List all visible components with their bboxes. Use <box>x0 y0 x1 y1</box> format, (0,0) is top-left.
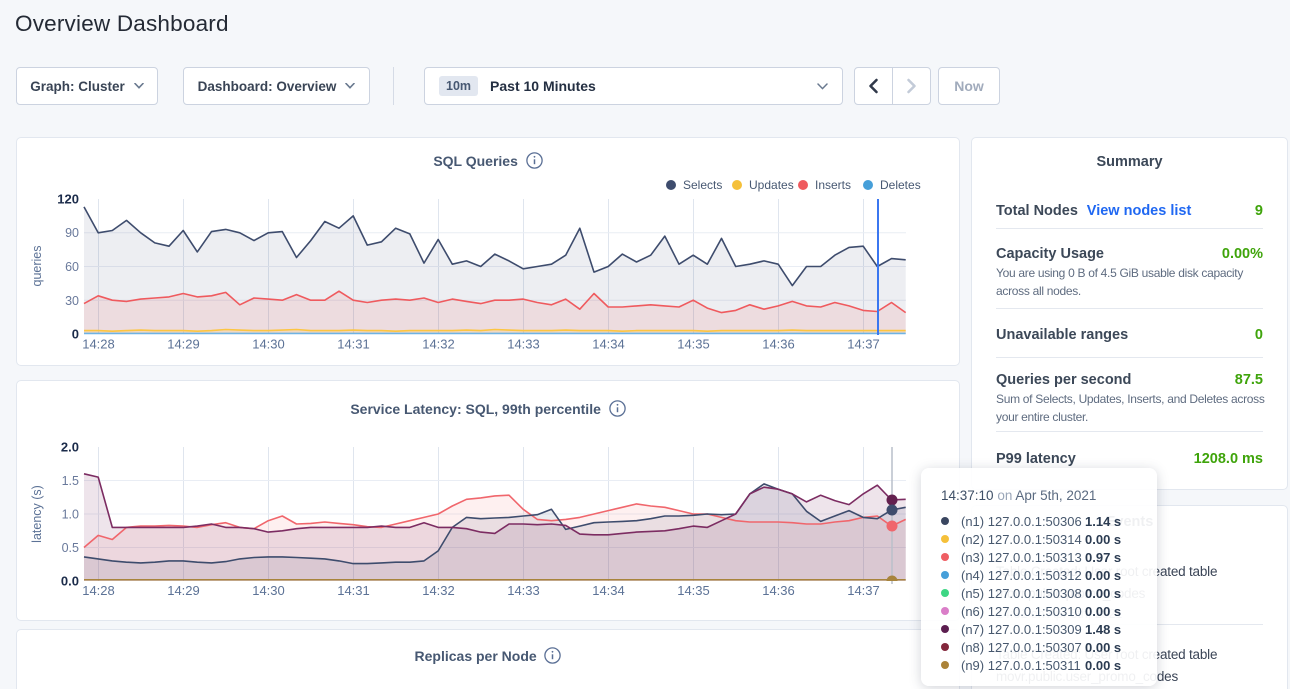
svg-text:30: 30 <box>65 294 79 308</box>
svg-text:14:37: 14:37 <box>847 583 880 598</box>
svg-text:0: 0 <box>72 327 79 342</box>
svg-text:1.0: 1.0 <box>62 508 79 522</box>
svg-text:14:36: 14:36 <box>762 337 795 352</box>
svg-text:14:33: 14:33 <box>507 583 540 598</box>
svg-text:0.0: 0.0 <box>61 574 79 589</box>
svg-text:0.5: 0.5 <box>62 541 79 555</box>
svg-text:14:31: 14:31 <box>337 583 370 598</box>
svg-text:14:28: 14:28 <box>82 337 115 352</box>
svg-text:14:33: 14:33 <box>507 337 540 352</box>
svg-text:14:34: 14:34 <box>592 583 625 598</box>
svg-text:14:29: 14:29 <box>167 337 200 352</box>
svg-text:14:28: 14:28 <box>82 583 115 598</box>
svg-text:latency (s): latency (s) <box>30 485 44 543</box>
svg-text:2.0: 2.0 <box>61 440 79 455</box>
svg-text:14:31: 14:31 <box>337 337 370 352</box>
svg-text:14:30: 14:30 <box>252 337 285 352</box>
svg-text:90: 90 <box>65 226 79 240</box>
svg-text:queries: queries <box>30 246 44 287</box>
svg-text:60: 60 <box>65 260 79 274</box>
svg-text:14:36: 14:36 <box>762 583 795 598</box>
svg-text:14:37: 14:37 <box>847 337 880 352</box>
svg-text:120: 120 <box>57 192 79 207</box>
svg-text:14:32: 14:32 <box>422 583 455 598</box>
svg-text:1.5: 1.5 <box>62 474 79 488</box>
svg-text:14:34: 14:34 <box>592 337 625 352</box>
svg-text:14:30: 14:30 <box>252 583 285 598</box>
svg-text:14:35: 14:35 <box>677 337 710 352</box>
svg-text:14:35: 14:35 <box>677 583 710 598</box>
svg-text:14:29: 14:29 <box>167 583 200 598</box>
svg-text:14:32: 14:32 <box>422 337 455 352</box>
